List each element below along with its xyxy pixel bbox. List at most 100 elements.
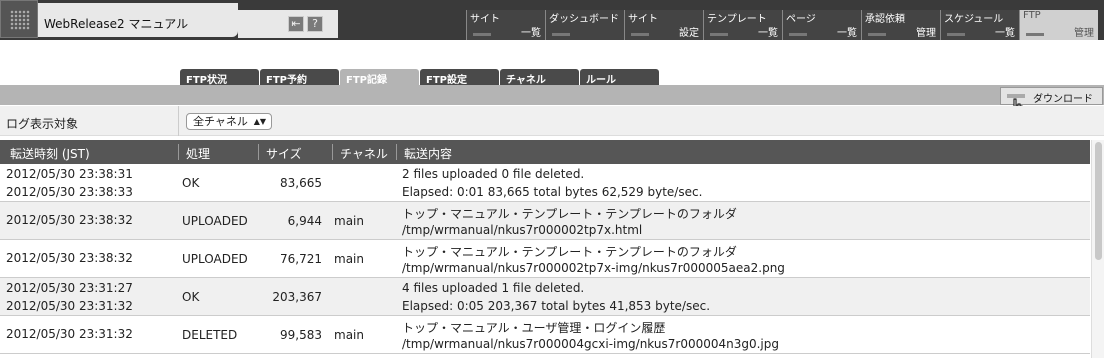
- nav-item[interactable]: 承認依頼 管理: [861, 10, 940, 40]
- nav-item[interactable]: ダッシュボード: [545, 10, 624, 40]
- nav-bar-icon: [473, 33, 491, 36]
- header-size[interactable]: サイズ: [266, 145, 302, 162]
- nav-item[interactable]: ページ一覧: [782, 10, 861, 40]
- nav-item-title: ダッシュボード: [549, 14, 619, 25]
- cell-channel: main: [334, 252, 364, 266]
- cell-size: 76,721: [280, 252, 322, 266]
- cell-size: 83,665: [280, 176, 322, 190]
- nav-item-title: 承認依頼: [865, 14, 905, 25]
- nav-item-sub: 一覧: [837, 28, 857, 39]
- nav-item-sub: 一覧: [521, 28, 541, 39]
- divider: [396, 144, 397, 160]
- table-row[interactable]: 2012/05/30 23:38:31 2012/05/30 23:38:33 OK…: [0, 164, 1090, 202]
- log-table: 2012/05/30 23:38:31 2012/05/30 23:38:33 OK…: [0, 164, 1090, 354]
- tab[interactable]: チャネル: [500, 69, 579, 86]
- cell-size: 203,367: [272, 290, 322, 304]
- nav-bar-icon: [552, 33, 570, 36]
- nav-bar-icon: [868, 33, 886, 36]
- channel-select[interactable]: 全チャネル ▲▼: [186, 113, 272, 130]
- tab[interactable]: FTP設定: [420, 69, 499, 86]
- nav-item[interactable]: サイト設定: [624, 10, 703, 40]
- cell-content-line2: Elapsed: 0:01 83,665 total bytes 62,529 …: [402, 185, 703, 199]
- scroll-thumb[interactable]: [1095, 142, 1102, 260]
- ftp-tabs: FTP状況 FTP予約 FTP記録 FTP設定 チャネル ルール: [180, 69, 660, 86]
- nav-item-sub: 一覧: [995, 28, 1015, 39]
- table-row[interactable]: 2012/05/30 23:38:32 UPLOADED 76,721 main トップ…: [0, 240, 1090, 278]
- cell-time-start: 2012/05/30 23:31:32: [6, 327, 133, 341]
- divider: [332, 144, 333, 160]
- cell-content-line1: トップ・マニュアル・ユーザ管理・ログイン履歴: [402, 321, 666, 335]
- table-row[interactable]: 2012/05/30 23:31:27 2012/05/30 23:31:32 OK…: [0, 278, 1090, 316]
- cell-time-start: 2012/05/30 23:31:27: [6, 281, 133, 295]
- header-action[interactable]: 処理: [186, 145, 210, 162]
- tab[interactable]: FTP予約: [260, 69, 339, 86]
- cell-action: OK: [182, 176, 200, 190]
- nav-item-sub: 管理: [916, 28, 936, 39]
- divider: [258, 144, 259, 160]
- tab[interactable]: FTP記録: [340, 69, 419, 86]
- app-title: WebRelease2 マニュアル: [44, 17, 189, 31]
- nav-item-title: ページ: [786, 14, 816, 25]
- cell-content-line2: /tmp/wrmanual/nkus7r000002tp7x.html: [402, 223, 643, 237]
- nav-item[interactable]: サイト一覧: [466, 10, 545, 40]
- nav-item-title: サイト: [628, 14, 658, 25]
- back-icon[interactable]: ⇤: [288, 16, 304, 32]
- divider: [178, 144, 179, 160]
- cell-content-line1: トップ・マニュアル・テンプレート・テンプレートのフォルダ: [402, 245, 737, 259]
- cell-time-start: 2012/05/30 23:38:31: [6, 167, 133, 181]
- header-time[interactable]: 転送時刻 (JST): [10, 145, 90, 162]
- cell-content-line2: /tmp/wrmanual/nkus7r000004gcxi-img/nkus7…: [402, 337, 779, 351]
- filter-label: ログ表示対象: [6, 117, 79, 131]
- channel-select-value: 全チャネル: [193, 115, 248, 128]
- cell-content-line1: トップ・マニュアル・テンプレート・テンプレートのフォルダ: [402, 207, 737, 221]
- nav-item[interactable]: FTP 管理: [1019, 10, 1098, 40]
- nav-item[interactable]: テンプレート一覧: [703, 10, 782, 40]
- app-menu-icon[interactable]: [0, 0, 38, 38]
- cell-size: 6,944: [287, 214, 322, 228]
- tab[interactable]: ルール: [580, 69, 659, 86]
- header-content[interactable]: 転送内容: [404, 145, 452, 162]
- header-channel[interactable]: チャネル: [340, 145, 388, 162]
- app-title-box: WebRelease2 マニュアル: [38, 3, 238, 37]
- cell-action: DELETED: [182, 328, 238, 342]
- tab[interactable]: FTP状況: [180, 69, 259, 86]
- cell-action: OK: [182, 290, 200, 304]
- cell-time-end: 2012/05/30 23:38:33: [6, 185, 133, 199]
- nav-item-sub: 設定: [679, 28, 699, 39]
- cell-content-line1: 4 files uploaded 1 file deleted.: [402, 281, 585, 295]
- nav-bar-icon: [789, 33, 807, 36]
- nav-item-title: テンプレート: [707, 14, 767, 25]
- nav-bar-icon: [947, 33, 965, 36]
- nav-item-title: サイト: [470, 14, 500, 25]
- nav-bar-icon: [710, 33, 728, 36]
- table-header: 転送時刻 (JST) 処理 サイズ チャネル 転送内容: [0, 140, 1090, 164]
- toolbar: [0, 85, 1104, 105]
- table-row[interactable]: 2012/05/30 23:38:32 UPLOADED 6,944 main トップ・…: [0, 202, 1090, 240]
- cell-channel: main: [334, 328, 364, 342]
- main-nav: サイト 一覧 ダッシュボード サイト 設定 テンプレート 一覧 ページ 一覧 承認依頼 管理 スケジュ…: [466, 10, 1098, 40]
- nav-item-title: FTP: [1023, 10, 1041, 21]
- cell-content-line2: /tmp/wrmanual/nkus7r000002tp7x-img/nkus7…: [402, 261, 785, 275]
- download-label: ダウンロード: [1033, 94, 1093, 105]
- scrollbar[interactable]: [1091, 140, 1104, 358]
- nav-bar-icon: [631, 33, 649, 36]
- cell-content-line2: Elapsed: 0:05 203,367 total bytes 41,853…: [402, 299, 711, 313]
- nav-bar-icon: [1026, 33, 1044, 36]
- help-icon[interactable]: ?: [307, 16, 323, 32]
- cell-action: UPLOADED: [182, 252, 248, 266]
- select-arrows-icon: ▲▼: [253, 117, 266, 126]
- top-bar: WebRelease2 マニュアル ⇤ ? サイト 一覧 ダッシュボード サイト 設定テ…: [0, 0, 1104, 40]
- nav-item-sub: 管理: [1074, 28, 1094, 39]
- cell-time-start: 2012/05/30 23:38:32: [6, 213, 133, 227]
- nav-item-title: スケジュール: [944, 14, 1004, 25]
- cell-size: 99,583: [280, 328, 322, 342]
- cell-time-end: 2012/05/30 23:31:32: [6, 299, 133, 313]
- nav-item[interactable]: スケジュール一覧: [940, 10, 1019, 40]
- cell-time-start: 2012/05/30 23:38:32: [6, 251, 133, 265]
- divider: [178, 106, 179, 136]
- nav-item-sub: 一覧: [758, 28, 778, 39]
- cell-channel: main: [334, 214, 364, 228]
- cell-content-line1: 2 files uploaded 0 file deleted.: [402, 167, 585, 181]
- table-row[interactable]: 2012/05/30 23:31:32 DELETED 99,583 main トップ・…: [0, 316, 1090, 354]
- cell-action: UPLOADED: [182, 214, 248, 228]
